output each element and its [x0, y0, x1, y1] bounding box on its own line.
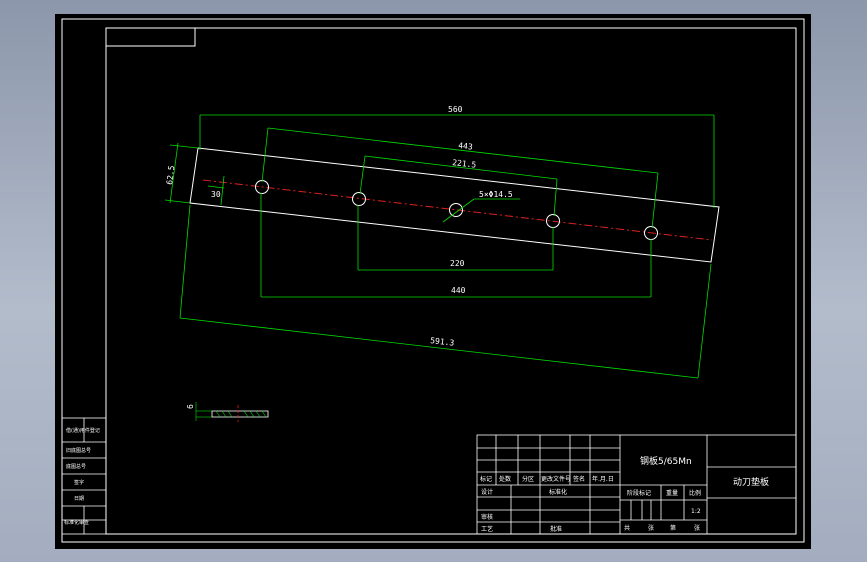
side-strip-label-4: 日期 — [74, 496, 84, 502]
dim-bottom-outer: 440 — [451, 286, 466, 295]
tb-label-scale: 比例 — [689, 489, 701, 497]
tb-label-review: 审核 — [481, 513, 493, 521]
tb-label-designer: 设计 — [481, 488, 493, 496]
dim-bottom-inner: 220 — [450, 259, 465, 268]
side-strip-label-3: 签字 — [74, 479, 84, 486]
tb-label-standardization: 标准化 — [549, 488, 567, 496]
tb-label-sheet: 张 — [694, 524, 700, 532]
tb-label-process: 工艺 — [481, 525, 493, 533]
side-strip-label-1: 旧底图总号 — [66, 447, 91, 454]
tb-label-sheets: 张 — [648, 524, 654, 532]
tb-label-total: 共 — [624, 524, 630, 532]
tb-label-sheet-no: 第 — [670, 524, 676, 532]
tb-label-change-doc: 更改文件号 — [541, 475, 571, 483]
part-name-text: 动刀垫板 — [733, 476, 769, 488]
material-text: 钢板5/65Mn — [640, 455, 692, 467]
tb-label-stage-mark: 阶段标记 — [627, 489, 651, 497]
section-thickness: 6 — [186, 404, 195, 409]
drawing-sheet — [55, 14, 811, 549]
side-strip-label-2: 底图总号 — [66, 463, 86, 470]
dim-overall-length: 560 — [448, 105, 463, 114]
tb-label-approve: 批准 — [550, 525, 562, 533]
tb-label-count: 处数 — [499, 475, 511, 483]
tb-label-weight: 重量 — [666, 489, 678, 497]
tb-label-date: 年.月.日 — [592, 475, 614, 483]
side-strip-label-0: 借(通)用件登记 — [66, 427, 100, 434]
cad-drawing: 借(通)用件登记 旧底图总号 底图总号 签字 日期 标准化审查 560 443 … — [55, 14, 811, 549]
tb-label-signature: 签名 — [573, 475, 585, 483]
dim-edge-offset: 30 — [211, 190, 221, 199]
tb-label-zone: 分区 — [522, 475, 534, 483]
dim-hole-spec: 5×Φ14.5 — [479, 190, 513, 199]
side-strip-label-5: 标准化审查 — [64, 519, 89, 526]
dim-hole-span-outer: 443 — [458, 141, 474, 152]
tb-label-mark: 标记 — [480, 475, 492, 483]
scale-value: 1:2 — [691, 508, 701, 515]
